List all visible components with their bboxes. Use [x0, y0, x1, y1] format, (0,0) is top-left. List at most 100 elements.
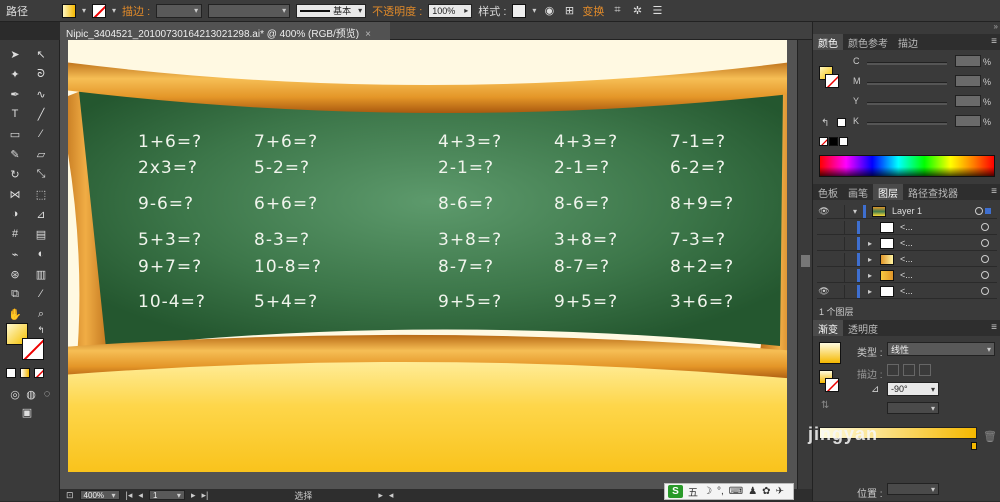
position-input[interactable]: ▾ — [887, 483, 939, 495]
line-tool-icon[interactable]: ╱ — [32, 106, 50, 122]
page-dropdown[interactable]: 1 ▾ — [148, 490, 185, 500]
expand-group-icon[interactable]: ▸ — [868, 271, 874, 280]
sublayer-row[interactable]: ▸ <... — [817, 236, 997, 251]
delete-stop-icon[interactable]: 🗑 — [983, 430, 997, 443]
free-transform-tool-icon[interactable]: ⬚ — [32, 186, 50, 202]
channel-m-slider[interactable] — [867, 82, 947, 85]
draw-inside-icon[interactable]: ◌ — [38, 386, 56, 402]
isolate-icon[interactable]: ⌗ — [610, 4, 624, 18]
none-swatch[interactable] — [819, 137, 828, 146]
tab-transparency[interactable]: 透明度 — [843, 320, 883, 336]
gradient-type-dropdown[interactable]: 线性 ▾ — [887, 342, 995, 356]
mesh-tool-icon[interactable]: # — [6, 226, 24, 242]
align-icon[interactable]: ⊞ — [562, 4, 576, 18]
sublayer-row[interactable]: ▸ <... — [817, 252, 997, 267]
stroke-color-swatch[interactable] — [22, 338, 44, 360]
lock-toggle[interactable] — [831, 284, 845, 298]
curvature-tool-icon[interactable]: ∿ — [32, 86, 50, 102]
tab-color-guide[interactable]: 颜色参考 — [843, 34, 893, 50]
moon-icon[interactable]: ☽ — [703, 486, 712, 497]
next-page-icon[interactable]: ▸ — [191, 490, 196, 501]
expand-layer-icon[interactable]: ▾ — [853, 207, 859, 216]
fill-dropdown-icon[interactable]: ▾ — [82, 6, 86, 15]
tab-brushes[interactable]: 画笔 — [843, 184, 873, 200]
zoom-dropdown[interactable]: 400% ▾ — [79, 490, 120, 500]
prev-page-icon[interactable]: ◂ — [138, 490, 143, 501]
tab-pathfinder[interactable]: 路径查找器 — [903, 184, 963, 200]
layers-panel-menu-icon[interactable]: ≡ — [991, 186, 997, 197]
ime-toolbar[interactable]: S 五 ☽ °, ⌨ ♟ ✿ ✈ — [664, 483, 794, 500]
punctuation-icon[interactable]: °, — [717, 486, 724, 497]
channel-y-slider[interactable] — [867, 102, 947, 105]
user-icon[interactable]: ♟ — [748, 486, 757, 497]
stroke-dropdown-icon[interactable]: ▾ — [112, 6, 116, 15]
black-swatch[interactable] — [829, 137, 838, 146]
skin-icon[interactable]: ✿ — [762, 486, 770, 497]
channel-y-input[interactable] — [955, 95, 981, 107]
screen-mode-icon[interactable]: ▣ — [18, 404, 36, 420]
target-icon[interactable] — [981, 223, 989, 231]
ime-mode[interactable]: 五 — [688, 484, 698, 499]
panel-menu-icon[interactable]: ☰ — [650, 4, 664, 18]
document-tab[interactable]: Nipic_3404521_20100730164213021298.ai* @… — [60, 22, 390, 40]
settings-wrench-icon[interactable]: ✈ — [776, 486, 784, 497]
white-swatch-2[interactable] — [839, 137, 848, 146]
scale-tool-icon[interactable]: ⤡ — [32, 166, 50, 182]
last-page-icon[interactable]: ▸| — [201, 490, 208, 501]
transform-link[interactable]: 变换 — [582, 3, 604, 19]
channel-k-slider[interactable] — [867, 122, 947, 125]
shape-builder-tool-icon[interactable]: ◑ — [6, 206, 24, 222]
blend-tool-icon[interactable]: ◐ — [32, 246, 50, 262]
channel-m-input[interactable] — [955, 75, 981, 87]
color-stroke-swatch[interactable] — [825, 74, 839, 88]
layer-row-main[interactable]: 👁 ▾ Layer 1 — [817, 204, 997, 219]
target-icon[interactable] — [981, 239, 989, 247]
symbol-sprayer-tool-icon[interactable]: ⊛ — [6, 266, 24, 282]
sublayer-name[interactable]: <... — [900, 238, 960, 248]
graph-tool-icon[interactable]: ▥ — [32, 266, 50, 282]
color-mode-icon[interactable] — [6, 368, 16, 378]
lock-toggle[interactable] — [831, 268, 845, 282]
color-panel-menu-icon[interactable]: ≡ — [991, 36, 997, 47]
opacity-input[interactable]: 100% ▸ — [428, 3, 473, 18]
variable-width-dropdown[interactable]: ▾ — [208, 3, 291, 18]
pen-tool-icon[interactable]: ✒ — [6, 86, 24, 102]
artboard-nav-icon[interactable]: ⊡ — [66, 490, 74, 501]
tab-swatches[interactable]: 色板 — [813, 184, 843, 200]
selection-tool-icon[interactable]: ➤ — [6, 46, 24, 62]
panel-collapse-icon[interactable]: » — [994, 22, 998, 31]
target-icon[interactable] — [981, 271, 989, 279]
stroke-label[interactable]: 描边 : — [122, 3, 150, 19]
brush-profile-dropdown[interactable]: 基本 ▾ — [296, 3, 367, 18]
sublayer-row[interactable]: 👁 ▸ <... — [817, 284, 997, 299]
arrange-icon[interactable]: ✲ — [630, 4, 644, 18]
expand-group-icon[interactable]: ▸ — [868, 239, 874, 248]
horizontal-scroll-left-icon[interactable]: ◂ — [389, 490, 394, 501]
lasso-tool-icon[interactable]: ᘐ — [32, 66, 50, 82]
gradient-panel-menu-icon[interactable]: ≡ — [991, 322, 997, 333]
sublayer-name[interactable]: <... — [900, 254, 960, 264]
stroke-within-icon[interactable] — [887, 364, 899, 376]
close-tab-icon[interactable]: × — [365, 29, 371, 40]
sublayer-row[interactable]: <... — [817, 220, 997, 235]
perspective-grid-tool-icon[interactable]: ⊿ — [32, 206, 50, 222]
fill-swatch[interactable] — [62, 3, 76, 18]
opacity-label[interactable]: 不透明度 : — [372, 3, 422, 19]
gradient-tool-icon[interactable]: ▤ — [32, 226, 50, 242]
eyedropper-tool-icon[interactable]: ⌁ — [6, 246, 24, 262]
stroke-swatch[interactable] — [92, 3, 107, 18]
tab-gradient[interactable]: 渐变 — [813, 320, 843, 336]
visibility-eye-icon[interactable]: 👁 — [817, 286, 831, 297]
vertical-scroll-thumb[interactable] — [801, 255, 810, 267]
stroke-weight-dropdown[interactable]: ▾ — [156, 3, 203, 18]
reverse-gradient-icon[interactable]: ⇅ — [821, 400, 829, 411]
channel-c-input[interactable] — [955, 55, 981, 67]
slice-tool-icon[interactable]: ⁄ — [32, 286, 50, 302]
channel-c-slider[interactable] — [867, 62, 947, 65]
rotate-tool-icon[interactable]: ↻ — [6, 166, 24, 182]
lock-toggle[interactable] — [831, 204, 845, 218]
hand-tool-icon[interactable]: ✋ — [6, 306, 24, 322]
white-swatch[interactable] — [837, 118, 846, 127]
stroke-across-icon[interactable] — [919, 364, 931, 376]
sublayer-name[interactable]: <... — [900, 286, 960, 296]
